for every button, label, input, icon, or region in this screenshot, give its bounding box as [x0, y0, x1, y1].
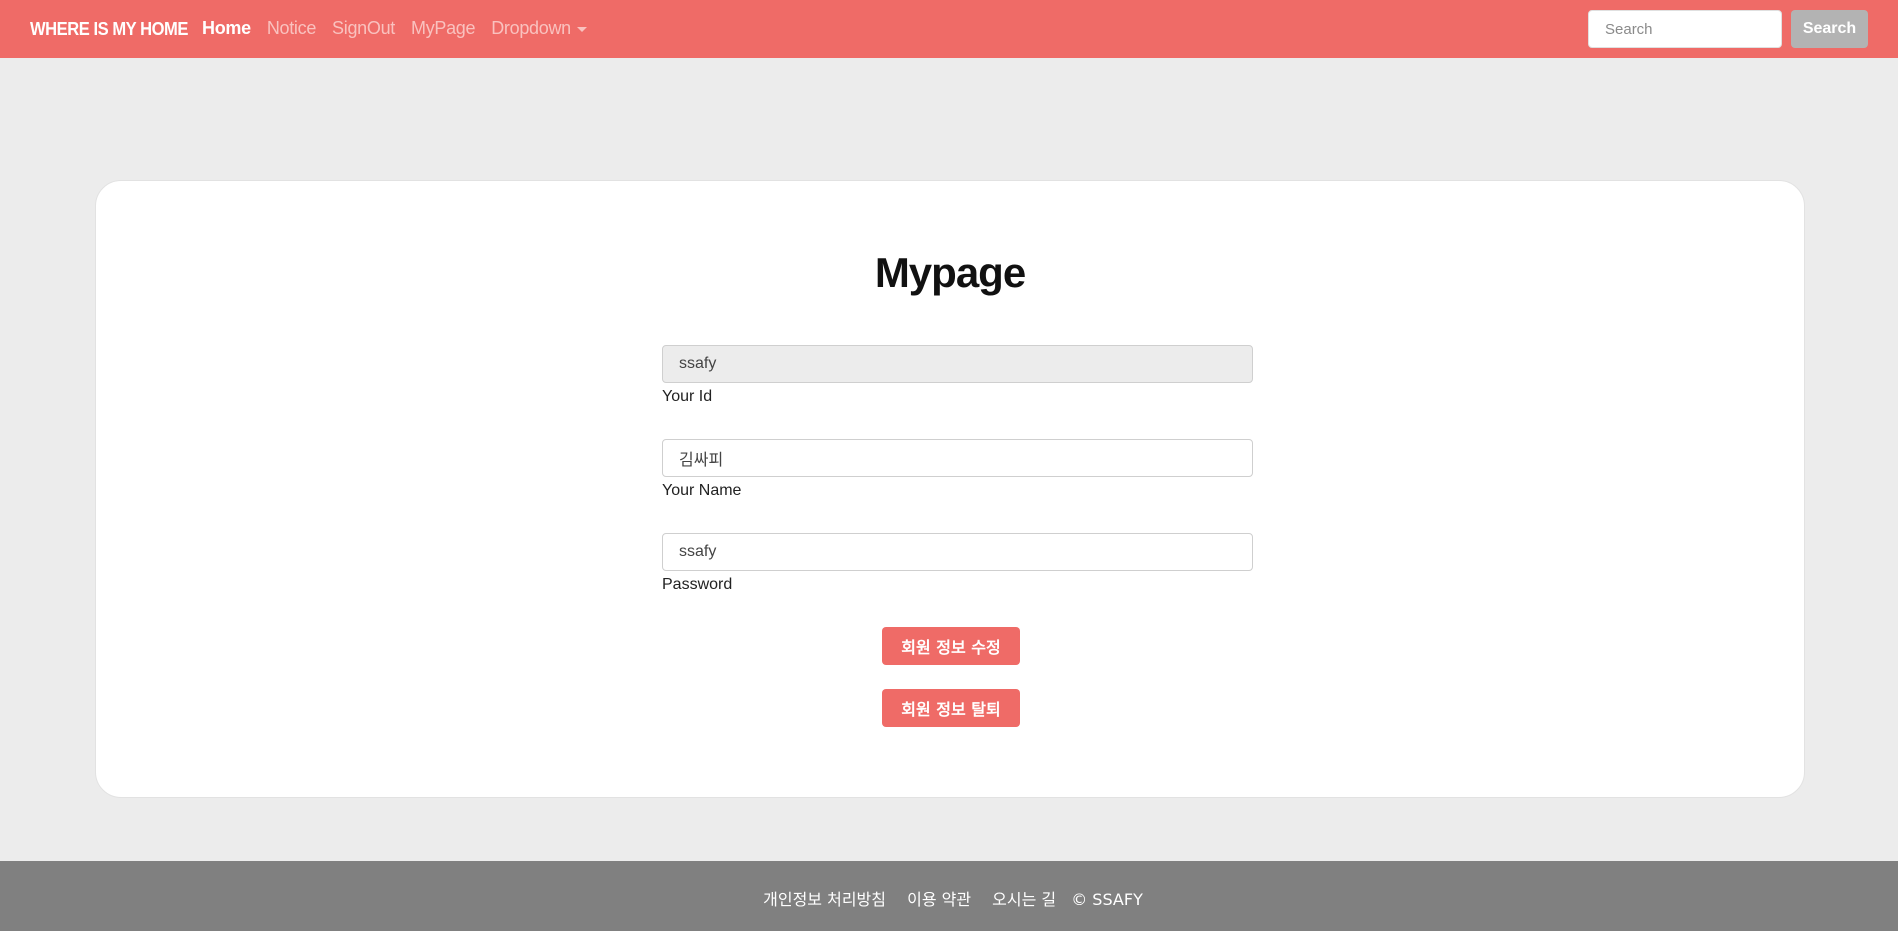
id-label: Your Id [662, 388, 713, 405]
nav-links: Home Notice SignOut MyPage Dropdown [202, 18, 603, 39]
password-input[interactable] [662, 533, 1253, 571]
delete-member-button[interactable]: 회원 정보 탈퇴 [882, 689, 1020, 727]
search-button[interactable]: Search [1791, 10, 1868, 48]
page-title: Mypage [874, 249, 1026, 296]
brand-logo-link[interactable]: WHERE IS MY HOME [30, 19, 188, 40]
top-navbar: WHERE IS MY HOME Home Notice SignOut MyP… [0, 0, 1898, 58]
caret-down-icon [576, 26, 587, 32]
password-label: Password [662, 576, 733, 593]
name-input[interactable] [662, 439, 1253, 477]
page: WHERE IS MY HOME Home Notice SignOut MyP… [0, 0, 1898, 931]
mypage-card: Mypage Your Id Your Name Password 회원 정보 … [95, 180, 1805, 798]
footer-link-privacy[interactable]: 개인정보 처리방침 [763, 890, 886, 909]
nav-dropdown-toggle[interactable]: Dropdown [491, 18, 587, 39]
nav-link-mypage[interactable]: MyPage [411, 18, 476, 39]
password-field-group: Password [662, 533, 1253, 594]
name-field-group: Your Name [662, 439, 1253, 500]
id-input[interactable] [662, 345, 1253, 383]
nav-link-signout[interactable]: SignOut [332, 18, 395, 39]
id-field-group: Your Id [662, 345, 1253, 406]
nav-dropdown-label: Dropdown [491, 18, 571, 38]
footer: 개인정보 처리방침 이용 약관 오시는 길 © SSAFY [0, 861, 1898, 931]
name-label: Your Name [662, 482, 742, 499]
footer-link-terms[interactable]: 이용 약관 [907, 890, 971, 909]
footer-link-directions[interactable]: 오시는 길 [992, 890, 1056, 909]
nav-link-home[interactable]: Home [202, 18, 251, 39]
footer-links: 개인정보 처리방침 이용 약관 오시는 길 © SSAFY [0, 886, 1898, 910]
update-member-button[interactable]: 회원 정보 수정 [882, 627, 1020, 665]
nav-link-notice[interactable]: Notice [267, 18, 317, 39]
search-input[interactable] [1588, 10, 1782, 48]
footer-copyright: © SSAFY [1071, 890, 1143, 909]
